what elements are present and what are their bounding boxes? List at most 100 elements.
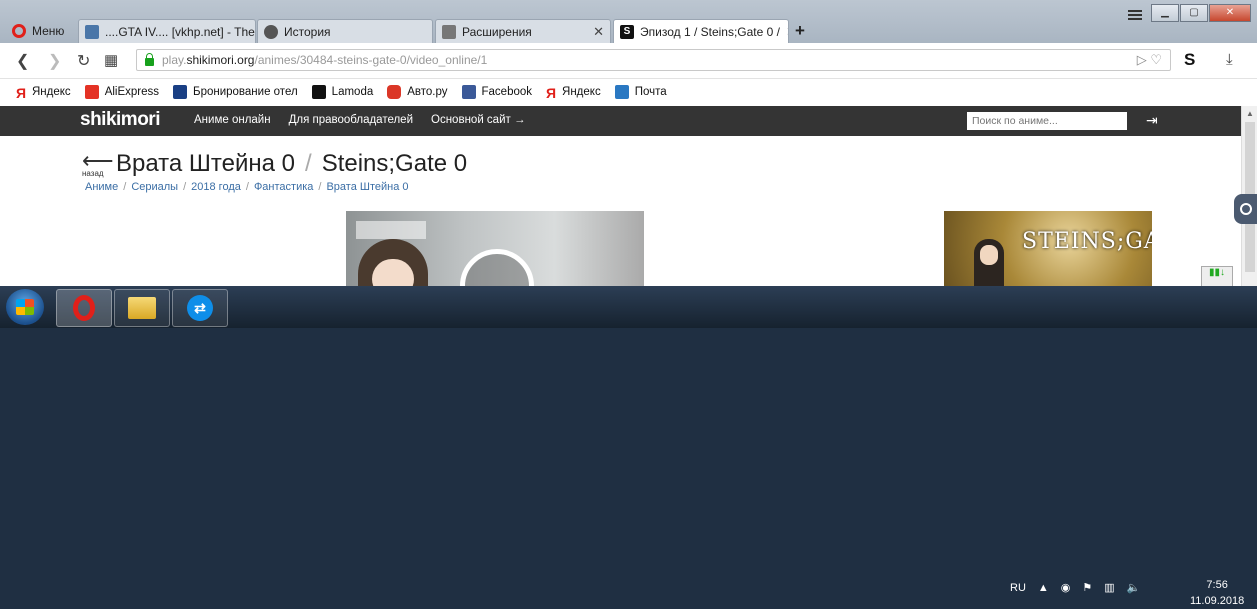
new-tab-button[interactable]: + (795, 21, 805, 41)
clock[interactable]: 7:56 11.09.2018 (1190, 577, 1244, 609)
video-player[interactable] (346, 211, 644, 286)
title-separator: / (305, 150, 312, 177)
poster-character (974, 239, 1004, 286)
close-window-button[interactable]: ✕ (1209, 4, 1251, 22)
bookmark-item[interactable]: Бронирование отел (173, 85, 298, 99)
tab-label: Расширения (462, 24, 532, 39)
bookmark-label: Lamoda (331, 86, 374, 98)
nav-anime-online[interactable]: Аниме онлайн (194, 114, 271, 126)
back-link[interactable]: ⟵ назад (82, 150, 114, 179)
tray-expand-icon[interactable]: ▲ (1038, 582, 1049, 594)
tab-history[interactable]: История (257, 19, 433, 43)
opera-icon (73, 295, 95, 321)
address-bar[interactable]: play. shikimori.org/animes/30484-steins-g… (136, 49, 1171, 71)
play-button[interactable] (460, 249, 534, 286)
folder-icon (128, 297, 156, 319)
clock-date: 11.09.2018 (1190, 595, 1245, 607)
url-host: shikimori.org (186, 53, 255, 67)
bookmark-item[interactable]: Facebook (461, 85, 533, 99)
site-logo[interactable]: shikimori (80, 109, 160, 131)
taskbar-teamviewer[interactable]: ⇄ (172, 289, 228, 327)
aliexpress-icon (84, 85, 99, 99)
bookmark-item[interactable]: Авто.ру (387, 85, 448, 99)
network-widget-icon[interactable]: ▮▮↓ (1201, 266, 1233, 286)
flag-icon[interactable]: ⚑ (1082, 581, 1092, 594)
page-title: Врата Штейна 0 / Steins;Gate 0 (116, 150, 467, 178)
bookmark-label: AliExpress (104, 86, 160, 98)
breadcrumb-item[interactable]: Фантастика (254, 181, 313, 193)
s-extension-icon[interactable]: S (1184, 50, 1195, 70)
taskbar: ⇄ RU ▲ ◉ ⚑ ▥ 🔈 7:56 11.09.2018 (0, 286, 1257, 607)
facebook-icon (461, 85, 476, 99)
tab-strip: Меню ....GTA IV.... [vkhp.net] - The Ист… (0, 0, 1257, 43)
teamviewer-icon: ⇄ (187, 295, 213, 321)
bookmark-label: Бронирование отел (193, 86, 298, 98)
reload-icon[interactable]: ↻ (77, 51, 90, 71)
player-watermark (356, 221, 426, 239)
app-tray-icon[interactable]: ◉ (1061, 581, 1071, 594)
taskbar-explorer[interactable] (114, 289, 170, 327)
lamoda-icon (311, 85, 326, 99)
tab-menu-icon[interactable] (1128, 8, 1142, 22)
opera-menu-button[interactable]: Меню (6, 19, 76, 43)
maximize-button[interactable]: ▢ (1180, 4, 1208, 22)
window-controls: ▁ ▢ ✕ (1151, 4, 1251, 22)
bookmark-label: Яндекс (562, 86, 601, 98)
breadcrumb-item[interactable]: Аниме (85, 181, 118, 193)
url-prefix: play. (162, 53, 187, 67)
bookmark-label: Авто.ру (407, 86, 448, 98)
tab-label: ....GTA IV.... [vkhp.net] - The (105, 24, 255, 39)
shikimori-icon: S (620, 24, 634, 39)
bookmarks-bar: Я Яндекс AliExpress Бронирование отел Lam… (0, 79, 1257, 105)
breadcrumb-item[interactable]: 2018 года (191, 181, 241, 193)
side-widget-icon[interactable] (1234, 194, 1257, 224)
tab-label: Эпизод 1 / Steins;Gate 0 / (640, 24, 780, 39)
breadcrumb-item[interactable]: Врата Штейна 0 (326, 181, 408, 193)
address-toolbar: ❮ ❯ ↻ ▦ play. shikimori.org/animes/30484-… (0, 43, 1257, 79)
url-path: /animes/30484-steins-gate-0/video_online… (254, 53, 488, 67)
vk-icon (85, 24, 99, 39)
lock-icon (145, 53, 154, 66)
tab-label: История (284, 24, 331, 39)
bookmark-item[interactable]: Lamoda (311, 85, 374, 99)
site-header: shikimori Аниме онлайн Для правообладате… (0, 106, 1241, 136)
anime-poster[interactable]: STEINS;GATE (944, 211, 1152, 286)
bookmark-item[interactable]: AliExpress (84, 85, 160, 99)
site-nav: Аниме онлайн Для правообладателей Основн… (194, 114, 525, 126)
sign-in-icon[interactable]: ⇥ (1146, 112, 1158, 129)
send-and-heart-icons[interactable]: ▷ ♡ (1137, 52, 1162, 68)
bookmark-item[interactable]: Почта (614, 85, 667, 99)
forward-arrow-icon[interactable]: ❯ (48, 51, 61, 71)
scroll-up-icon[interactable]: ▲ (1242, 109, 1257, 118)
clock-time: 7:56 (1206, 579, 1228, 591)
title-en: Steins;Gate 0 (321, 150, 468, 177)
network-icon[interactable]: ▥ (1104, 581, 1114, 594)
nav-rights-holders[interactable]: Для правообладателей (289, 114, 413, 126)
breadcrumb-item[interactable]: Сериалы (131, 181, 178, 193)
bookmark-label: Почта (634, 86, 667, 98)
taskbar-opera[interactable] (56, 289, 112, 327)
search-input[interactable] (967, 112, 1127, 130)
system-tray: RU ▲ ◉ ⚑ ▥ 🔈 (1010, 581, 1141, 595)
speed-dial-icon[interactable]: ▦ (104, 51, 118, 69)
back-arrow-icon[interactable]: ❮ (16, 51, 29, 71)
booking-icon (173, 85, 188, 99)
minimize-button[interactable]: ▁ (1151, 4, 1179, 22)
volume-icon[interactable]: 🔈 (1127, 581, 1141, 594)
bookmark-item[interactable]: Я Яндекс (546, 85, 601, 101)
start-button[interactable] (6, 289, 44, 325)
tab-extensions[interactable]: Расширения ✕ (435, 19, 611, 43)
tab-episode[interactable]: S Эпизод 1 / Steins;Gate 0 / ✕ (613, 19, 789, 43)
bookmark-item[interactable]: Я Яндекс (16, 85, 71, 101)
poster-logo-text: STEINS;GATE (1022, 229, 1152, 254)
close-tab-icon[interactable]: ✕ (786, 24, 788, 40)
download-icon[interactable]: ⤓ (1226, 51, 1233, 68)
tab-vk[interactable]: ....GTA IV.... [vkhp.net] - The (78, 19, 256, 43)
close-tab-icon[interactable]: ✕ (593, 24, 604, 40)
autoru-icon (387, 85, 402, 99)
opera-icon (12, 24, 26, 38)
clock-icon (264, 24, 278, 39)
nav-main-site[interactable]: Основной сайт → (431, 114, 525, 126)
language-indicator[interactable]: RU (1010, 582, 1026, 594)
bookmark-label: Facebook (481, 86, 533, 98)
